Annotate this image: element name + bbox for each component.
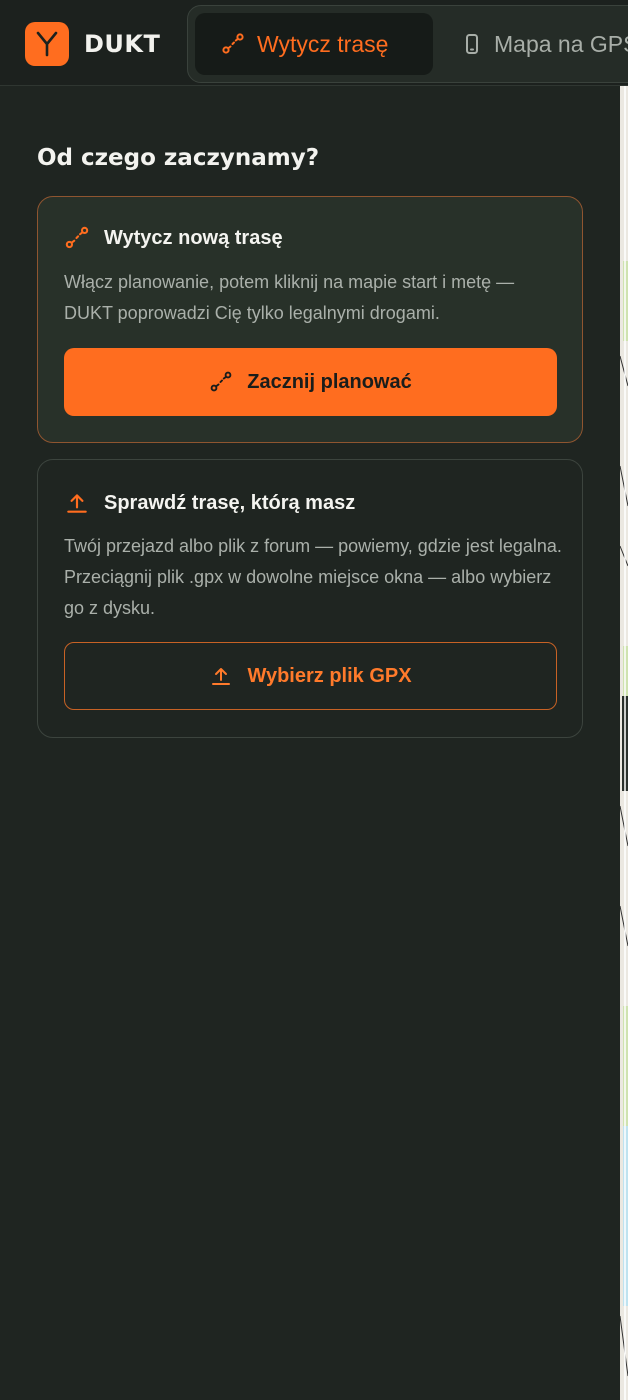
map-edge-graphic xyxy=(620,86,628,1400)
button-label: Wybierz plik GPX xyxy=(247,664,412,687)
logo[interactable] xyxy=(25,22,69,66)
route-icon xyxy=(64,225,90,251)
tab-gps-map[interactable]: Mapa na GPS xyxy=(450,13,628,75)
logo-y-mark xyxy=(36,31,58,57)
map-canvas[interactable] xyxy=(620,86,628,1400)
card-description: Włącz planowanie, potem kliknij na mapie… xyxy=(64,272,515,323)
button-label: Zacznij planować xyxy=(247,370,412,393)
route-icon xyxy=(221,32,245,56)
top-bar: DUKT Wytycz trasę Mapa na GPS xyxy=(0,0,628,86)
mode-tabs: Wytycz trasę Mapa na GPS xyxy=(187,5,628,83)
card-title: Sprawdź trasę, którą masz xyxy=(64,490,355,516)
side-panel: Od czego zaczynamy? Wytycz nową trasę Wł… xyxy=(0,87,620,1400)
route-icon xyxy=(209,370,233,394)
card-title-text: Sprawdź trasę, którą masz xyxy=(104,491,356,514)
tab-label: Wytycz trasę xyxy=(257,30,389,57)
app-name: DUKT xyxy=(84,30,161,58)
panel-heading: Od czego zaczynamy? xyxy=(37,145,320,171)
tab-label: Mapa na GPS xyxy=(494,30,628,57)
app-root: DUKT Wytycz trasę Mapa na GPS Od czego z… xyxy=(0,0,628,1400)
upload-icon xyxy=(64,490,90,516)
phone-icon xyxy=(462,33,482,55)
tab-plan-route[interactable]: Wytycz trasę xyxy=(195,13,433,75)
card-title-text: Wytycz nową trasę xyxy=(104,226,283,249)
card-plan-route: Wytycz nową trasę Włącz planowanie, pote… xyxy=(37,196,583,443)
card-title: Wytycz nową trasę xyxy=(64,225,283,251)
start-planning-button[interactable]: Zacznij planować xyxy=(64,348,557,416)
upload-icon xyxy=(209,664,233,688)
card-check-route: Sprawdź trasę, którą masz Twój przejazd … xyxy=(37,459,583,738)
card-description: Twój przejazd albo plik z forum — powiem… xyxy=(64,536,562,618)
choose-gpx-file-button[interactable]: Wybierz plik GPX xyxy=(64,642,557,710)
